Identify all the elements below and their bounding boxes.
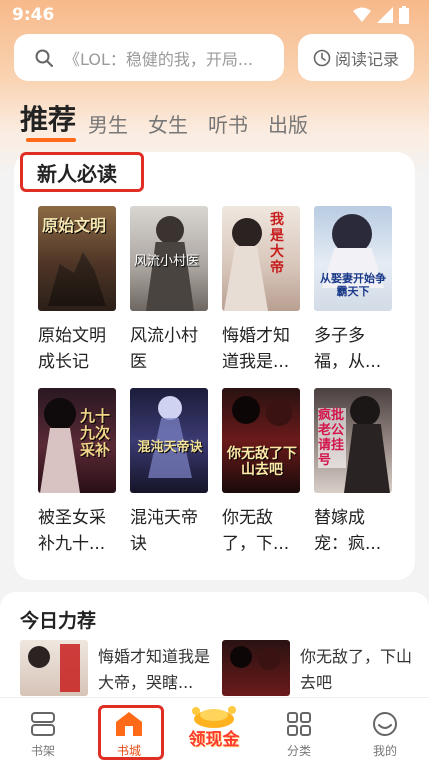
- status-icons: [353, 6, 409, 24]
- recommend-item[interactable]: 悔婚才知道我是大帝，哭瞎...: [20, 640, 216, 696]
- reading-history-button[interactable]: 阅读记录: [298, 34, 414, 81]
- nav-bookshelf[interactable]: 书架: [8, 698, 78, 764]
- book-cover[interactable]: 从娶妻开始争霸天下: [314, 206, 392, 311]
- book-cover[interactable]: 混沌天帝诀: [130, 388, 208, 493]
- book-item[interactable]: 九十九次采补 被圣女采补九十...: [38, 388, 116, 557]
- nav-mine[interactable]: 我的: [350, 698, 420, 764]
- recommend-title: 你无敌了，下山去吧: [300, 647, 413, 692]
- bookshelf-icon: [31, 712, 55, 736]
- book-cover[interactable]: 风流小村医: [130, 206, 208, 311]
- book-title: 替嫁成宠：疯...: [314, 508, 382, 554]
- book-title: 混沌天帝诀: [130, 508, 198, 554]
- cover-text: 疯批老公请挂号: [318, 408, 346, 468]
- cover-text: 你无敌了下山去吧: [227, 446, 297, 478]
- book-title: 原始文明成长记: [38, 326, 106, 372]
- book-title: 风流小村医: [130, 326, 198, 372]
- nav-bookshelf-label: 书架: [30, 744, 55, 758]
- grid-icon: [287, 712, 311, 736]
- category-tabs: 推荐 男生 女生 听书 出版: [20, 98, 328, 138]
- cover-text: 风流小村医: [134, 254, 200, 269]
- search-input[interactable]: 《LOL：稳健的我，开局...: [14, 34, 284, 81]
- signal-icon: [377, 7, 393, 23]
- status-bar: 9:46: [0, 0, 429, 30]
- book-cover[interactable]: [222, 640, 290, 696]
- search-icon: [35, 49, 53, 67]
- book-cover[interactable]: [20, 640, 88, 696]
- book-item[interactable]: 原始文明 原始文明成长记: [38, 206, 116, 375]
- cover-text: 从娶妻开始争霸天下: [320, 272, 386, 298]
- book-cover[interactable]: 你无敌了下山去吧: [222, 388, 300, 493]
- cover-text: 原始文明: [42, 216, 107, 235]
- profile-icon: [373, 712, 397, 736]
- tab-male[interactable]: 男生: [88, 109, 128, 138]
- cash-reward-button[interactable]: 领现金: [182, 703, 246, 755]
- book-cover[interactable]: 原始文明: [38, 206, 116, 311]
- today-title: 今日力荐: [20, 610, 97, 632]
- status-time: 9:46: [12, 5, 55, 25]
- book-title: 你无敌了，下...: [222, 508, 290, 554]
- nav-category-label: 分类: [286, 744, 311, 758]
- book-item[interactable]: 风流小村医 风流小村医: [130, 206, 208, 375]
- cash-label: 领现金: [188, 730, 240, 750]
- book-cover[interactable]: 我是大帝: [222, 206, 300, 311]
- book-item[interactable]: 混沌天帝诀 混沌天帝诀: [130, 388, 208, 557]
- cover-text: 九十九次采补: [80, 407, 111, 459]
- tab-publish[interactable]: 出版: [268, 109, 308, 138]
- clock-icon: [313, 49, 331, 66]
- cover-text: 混沌天帝诀: [137, 440, 203, 455]
- recommend-title: 悔婚才知道我是大帝，哭瞎...: [98, 647, 211, 692]
- nav-mine-label: 我的: [372, 744, 397, 758]
- search-placeholder: 《LOL：稳健的我，开局...: [64, 49, 254, 69]
- nav-category[interactable]: 分类: [264, 698, 334, 764]
- book-item[interactable]: 你无敌了下山去吧 你无敌了，下...: [222, 388, 300, 557]
- book-cover[interactable]: 九十九次采补: [38, 388, 116, 493]
- battery-icon: [399, 6, 409, 24]
- book-title: 被圣女采补九十...: [38, 508, 106, 554]
- tab-audiobook[interactable]: 听书: [208, 109, 248, 138]
- cover-text: 我是大帝: [270, 212, 284, 276]
- book-item[interactable]: 我是大帝 悔婚才知道我是...: [222, 206, 300, 375]
- book-item[interactable]: 疯批老公请挂号 替嫁成宠：疯...: [314, 388, 392, 557]
- reading-history-label: 阅读记录: [334, 49, 399, 69]
- book-title: 多子多福，从...: [314, 326, 382, 372]
- active-tab-indicator: [26, 138, 76, 142]
- recommend-item[interactable]: 你无敌了，下山去吧: [222, 640, 418, 696]
- wifi-icon: [353, 7, 371, 22]
- bookstore-highlight-box: [98, 705, 164, 760]
- book-cover[interactable]: 疯批老公请挂号: [314, 388, 392, 493]
- book-title: 悔婚才知道我是...: [222, 326, 290, 372]
- section-title: 新人必读: [20, 152, 144, 192]
- tab-recommend[interactable]: 推荐: [20, 98, 76, 138]
- tab-female[interactable]: 女生: [148, 109, 188, 138]
- book-item[interactable]: 从娶妻开始争霸天下 多子多福，从...: [314, 206, 392, 375]
